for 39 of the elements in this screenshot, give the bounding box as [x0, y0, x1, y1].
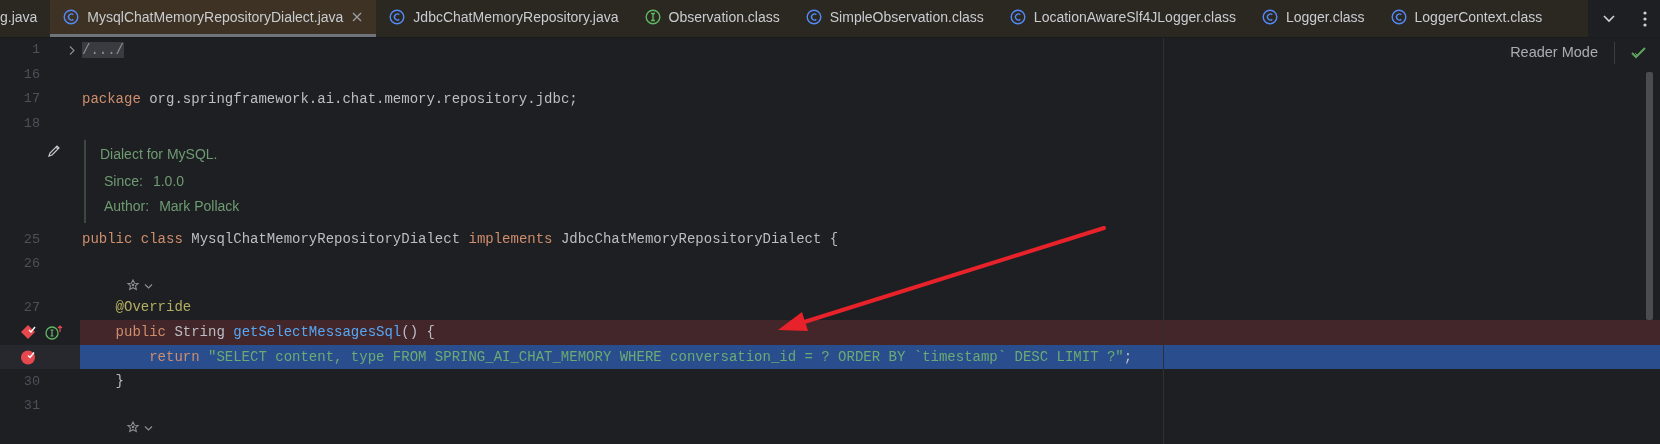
code-line: package org.springframework.ai.chat.memory.repository.jdbc; [82, 90, 578, 109]
editor-tab[interactable]: LoggerContext.class [1377, 0, 1556, 37]
breakpoint-icon[interactable] [20, 349, 36, 366]
doc-tag-value: Mark Pollack [159, 197, 240, 217]
class-icon [805, 9, 822, 25]
check-icon [1631, 47, 1646, 59]
class-icon [1390, 9, 1407, 25]
edit-icon[interactable] [47, 144, 61, 159]
editor-tab[interactable]: SimpleObservation.class [792, 0, 997, 37]
editor-tab[interactable]: Logger.class [1248, 0, 1378, 37]
code-line: } [114, 372, 124, 392]
editor-tab[interactable]: JdbcChatMemoryRepository.java [376, 0, 632, 37]
interface-icon [644, 9, 661, 25]
editor-tab[interactable]: g.java [0, 0, 51, 37]
fold-icon[interactable] [68, 44, 76, 56]
class-icon [389, 9, 406, 25]
code-line: @Override [114, 298, 192, 318]
implements-icon[interactable] [45, 324, 63, 341]
scrollbar-thumb[interactable] [1646, 72, 1653, 320]
class-icon [63, 9, 80, 25]
code-line: public class MysqlChatMemoryRepositoryDialect implements JdbcChatMemoryRepositoryDialect { [82, 230, 839, 250]
chevron-down-icon[interactable] [1601, 13, 1616, 24]
doc-tag-value: 1.0.0 [152, 172, 185, 192]
chevron-icon [143, 282, 153, 290]
close-icon[interactable] [351, 11, 364, 23]
doc-text: Dialect for MySQL. [100, 145, 219, 165]
doc-tag-label: Since: [104, 172, 143, 192]
doc-tag-label: Author: [104, 197, 150, 217]
chevron-icon [143, 424, 153, 432]
class-icon [1261, 9, 1278, 25]
breakpoint-icon[interactable] [20, 324, 36, 341]
class-icon [1009, 9, 1026, 25]
editor-tab[interactable]: Observation.class [631, 0, 793, 37]
editor-tab[interactable]: MysqlChatMemoryRepositoryDialect.java [50, 0, 377, 37]
code-line: return "SELECT content, type FROM SPRING_AI_CHAT_MEMORY WHERE conversation_id = ? ORDER BY `timestamp` DESC LIMIT ?"; [148, 347, 1133, 367]
editor-tab[interactable]: LocationAwareSlf4JLogger.class [996, 0, 1249, 37]
more-icon[interactable] [1642, 10, 1647, 27]
code-line: public String getSelectMessagesSql() { [114, 322, 435, 342]
reader-mode-button[interactable]: Reader Mode [1510, 42, 1598, 64]
